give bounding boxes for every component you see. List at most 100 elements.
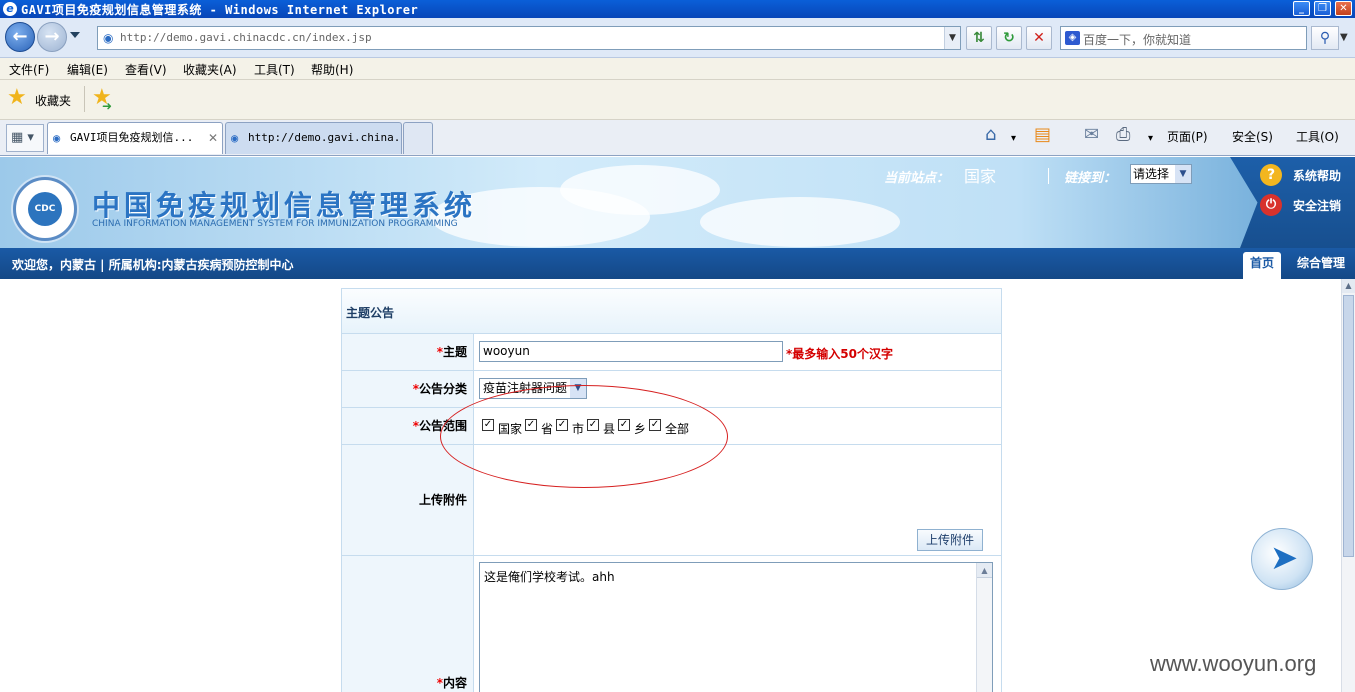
forward-button[interactable]: → bbox=[37, 22, 67, 52]
baidu-icon: ◈ bbox=[1065, 31, 1080, 45]
subject-label: *主题 bbox=[342, 334, 474, 370]
search-icon[interactable]: ⚲ bbox=[1311, 26, 1339, 50]
help-icon[interactable]: ? bbox=[1260, 164, 1282, 186]
welcome-text: 欢迎您，内蒙古 | 所属机构:内蒙古疾病预防控制中心 bbox=[12, 258, 294, 272]
back-button[interactable]: ← bbox=[5, 22, 35, 52]
maximize-button[interactable]: ❐ bbox=[1314, 1, 1331, 16]
cdc-logo-text: CDC bbox=[28, 192, 62, 226]
window-title: GAVI项目免疫规划信息管理系统 - Windows Internet Expl… bbox=[21, 3, 419, 17]
ie-logo-icon: e bbox=[3, 2, 17, 16]
form-title: 主题公告 bbox=[346, 306, 395, 320]
favorites-button[interactable]: 收藏夹 bbox=[35, 92, 71, 109]
address-dropdown-icon[interactable]: ▼ bbox=[944, 27, 960, 49]
content-value-cell: 这是俺们学校考试。ahh ▲ bbox=[475, 556, 1001, 692]
close-window-button[interactable]: ✕ bbox=[1335, 1, 1352, 16]
quick-tabs-icon[interactable]: ▦ ▾ bbox=[6, 124, 44, 152]
page-icon: ◉ bbox=[53, 131, 61, 145]
home-dropdown-icon[interactable]: ▾ bbox=[1011, 129, 1016, 149]
divider bbox=[84, 86, 85, 112]
menu-help[interactable]: 帮助(H) bbox=[311, 61, 353, 78]
form-header: 主题公告 bbox=[342, 289, 1001, 334]
new-tab-button[interactable] bbox=[403, 122, 433, 154]
menu-file[interactable]: 文件(F) bbox=[9, 61, 49, 78]
link-to-select[interactable]: 请选择 ▼ bbox=[1130, 164, 1192, 184]
tab-bar: ▦ ▾ ◉ GAVI项目免疫规划信... ✕ ◉ http://demo.gav… bbox=[0, 120, 1355, 156]
page-icon: ◉ bbox=[103, 31, 114, 45]
subject-value-cell: wooyun *最多输入50个汉字 bbox=[475, 334, 1001, 370]
address-input[interactable]: ◉ http://demo.gavi.chinacdc.cn/index.jsp… bbox=[97, 26, 961, 50]
divider bbox=[1048, 168, 1049, 184]
history-dropdown-icon[interactable] bbox=[70, 32, 80, 38]
system-name-english: CHINA INFORMATION MANAGEMENT SYSTEM FOR … bbox=[92, 219, 458, 229]
cloud-decoration bbox=[560, 165, 720, 215]
search-placeholder: 百度一下，你就知道 bbox=[1083, 33, 1192, 47]
content-text: 这是俺们学校考试。ahh bbox=[484, 570, 615, 584]
refresh-icon[interactable]: ↻ bbox=[996, 26, 1022, 50]
scroll-up-icon[interactable]: ▲ bbox=[977, 563, 992, 578]
logout-link[interactable]: 安全注销 bbox=[1293, 197, 1341, 214]
address-toolbar: ← → ◉ http://demo.gavi.chinacdc.cn/index… bbox=[0, 18, 1355, 58]
cloud-decoration bbox=[700, 197, 900, 247]
favorites-bar: ★ 收藏夹 ★ ➜ bbox=[0, 80, 1355, 120]
category-label: *公告分类 bbox=[342, 371, 474, 407]
search-input[interactable]: ◈ 百度一下，你就知道 bbox=[1060, 26, 1307, 50]
subject-input[interactable]: wooyun bbox=[479, 341, 783, 362]
station-label: 当前站点： bbox=[884, 171, 950, 186]
content-row: *内容 这是俺们学校考试。ahh ▲ bbox=[342, 556, 1001, 692]
subject-hint: *最多输入50个汉字 bbox=[786, 347, 893, 361]
search-options-icon[interactable]: ▼ bbox=[1340, 32, 1348, 43]
subject-row: *主题 wooyun *最多输入50个汉字 bbox=[342, 334, 1001, 371]
tab-label: http://demo.gavi.china... bbox=[248, 131, 402, 144]
system-name: 中国免疫规划信息管理系统 bbox=[92, 189, 477, 222]
page-menu-button[interactable]: 页面(P) bbox=[1167, 128, 1208, 145]
rss-feed-icon[interactable]: ▤ bbox=[1034, 125, 1051, 145]
bird-icon: ➤ bbox=[1269, 538, 1299, 578]
print-icon[interactable]: ⎙ bbox=[1116, 125, 1130, 145]
cdc-logo: CDC bbox=[13, 177, 77, 241]
content-textarea[interactable]: 这是俺们学校考试。ahh ▲ bbox=[479, 562, 993, 692]
scroll-thumb[interactable] bbox=[1343, 295, 1354, 557]
station-value: 国家 bbox=[964, 167, 997, 186]
menu-tools[interactable]: 工具(T) bbox=[254, 61, 295, 78]
window-titlebar: e GAVI项目免疫规划信息管理系统 - Windows Internet Ex… bbox=[0, 0, 1355, 18]
upload-attachment-button[interactable]: 上传附件 bbox=[917, 529, 983, 551]
site-banner: CDC 中国免疫规划信息管理系统 CHINA INFORMATION MANAG… bbox=[0, 157, 1355, 248]
tab-demo-url[interactable]: ◉ http://demo.gavi.china... bbox=[225, 122, 402, 154]
tab-manage[interactable]: 综合管理 bbox=[1290, 252, 1352, 279]
compatibility-view-icon[interactable]: ⇅ bbox=[966, 26, 992, 50]
power-icon[interactable]: ⏻ bbox=[1260, 194, 1282, 216]
print-dropdown-icon[interactable]: ▾ bbox=[1148, 129, 1153, 149]
safety-menu-button[interactable]: 安全(S) bbox=[1232, 128, 1273, 145]
tab-home[interactable]: 首页 bbox=[1243, 252, 1281, 279]
minimize-button[interactable]: _ bbox=[1293, 1, 1310, 16]
bird-logo-icon[interactable]: ➤ bbox=[1251, 528, 1313, 590]
link-to-label: 链接到： bbox=[1064, 171, 1117, 186]
chevron-down-icon[interactable]: ▼ bbox=[1175, 165, 1191, 183]
highlight-circle bbox=[440, 385, 728, 488]
textarea-scrollbar[interactable]: ▲ bbox=[976, 563, 992, 692]
add-to-favorites-icon[interactable]: ★ ➜ bbox=[92, 86, 112, 114]
menu-bar: 文件(F) 编辑(E) 查看(V) 收藏夹(A) 工具(T) 帮助(H) bbox=[0, 58, 1355, 80]
content-label: *内容 bbox=[342, 556, 474, 692]
stop-icon[interactable]: ✕ bbox=[1026, 26, 1052, 50]
announcement-form: 主题公告 *主题 wooyun *最多输入50个汉字 *公告分类 疫苗注射器问题… bbox=[341, 288, 1002, 692]
page-icon: ◉ bbox=[231, 131, 239, 145]
read-mail-icon[interactable]: ✉ bbox=[1084, 125, 1099, 145]
menu-edit[interactable]: 编辑(E) bbox=[67, 61, 108, 78]
system-help-link[interactable]: 系统帮助 bbox=[1293, 167, 1341, 184]
address-url[interactable]: http://demo.gavi.chinacdc.cn/index.jsp bbox=[120, 31, 372, 44]
welcome-bar: 欢迎您，内蒙古 | 所属机构:内蒙古疾病预防控制中心 首页 综合管理 bbox=[0, 248, 1355, 279]
tab-label: GAVI项目免疫规划信... bbox=[70, 131, 194, 144]
watermark: www.wooyun.org bbox=[1150, 651, 1317, 676]
link-to-select-value: 请选择 bbox=[1133, 167, 1170, 181]
tab-gavi[interactable]: ◉ GAVI项目免疫规划信... ✕ bbox=[47, 122, 223, 154]
close-tab-icon[interactable]: ✕ bbox=[208, 123, 218, 153]
home-icon[interactable]: ⌂ bbox=[985, 125, 996, 145]
menu-view[interactable]: 查看(V) bbox=[125, 61, 167, 78]
page-scrollbar[interactable]: ▲ bbox=[1341, 279, 1355, 692]
tools-menu-button[interactable]: 工具(O) bbox=[1296, 128, 1339, 145]
menu-favorites[interactable]: 收藏夹(A) bbox=[183, 61, 237, 78]
attachment-label: 上传附件 bbox=[342, 445, 474, 555]
scroll-up-icon[interactable]: ▲ bbox=[1342, 279, 1355, 293]
favorites-star-icon[interactable]: ★ bbox=[7, 86, 27, 110]
